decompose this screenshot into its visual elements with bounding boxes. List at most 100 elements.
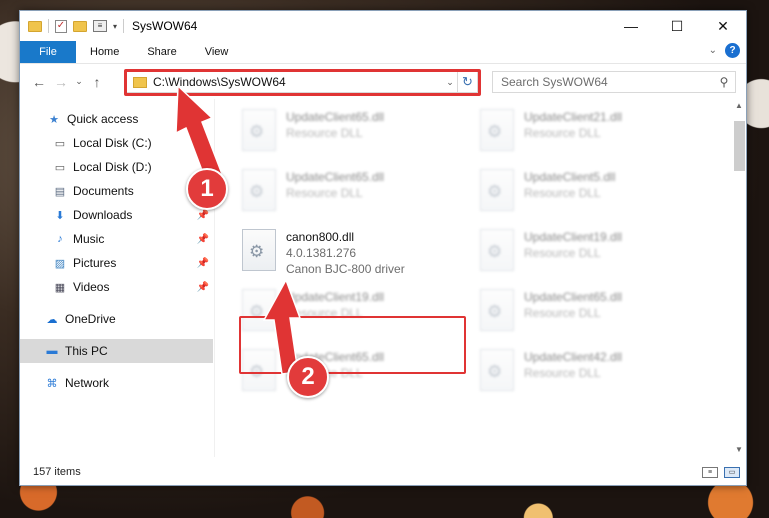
tab-home[interactable]: Home <box>76 41 133 63</box>
sidebar-item-documents[interactable]: ▤ Documents 📌 <box>20 179 213 203</box>
help-icon[interactable]: ? <box>725 43 740 58</box>
new-folder-icon[interactable] <box>73 20 87 32</box>
recent-locations-chevron-icon[interactable]: ⌄ <box>72 76 86 87</box>
file-name: UpdateClient19.dll <box>286 290 385 304</box>
minimize-button[interactable]: — <box>608 11 654 41</box>
pin-icon[interactable]: 📌 <box>197 234 209 245</box>
customize-toolbar-chevron-icon[interactable]: ▾ <box>113 22 117 31</box>
search-input[interactable] <box>501 75 713 89</box>
sidebar-item-label: Downloads <box>73 208 133 222</box>
sidebar-item-label: Local Disk (D:) <box>73 160 152 174</box>
dll-file-icon <box>480 349 514 391</box>
file-name: UpdateClient19.dll <box>524 230 623 244</box>
forward-arrow-icon[interactable]: → <box>50 74 72 90</box>
expand-ribbon-chevron-icon[interactable]: ⌄ <box>709 45 717 56</box>
sidebar-item-downloads[interactable]: ⬇ Downloads 📌 <box>20 203 213 227</box>
details-view-icon[interactable]: ≡ <box>702 466 718 478</box>
videos-icon: ▦ <box>54 281 66 294</box>
sidebar-item-label: Music <box>73 232 105 246</box>
drive-icon: ▭ <box>54 161 66 174</box>
documents-icon: ▤ <box>54 185 66 198</box>
sidebar-item-onedrive[interactable]: ☁ OneDrive <box>20 307 213 331</box>
file-item[interactable]: UpdateClient65.dll Resource DLL <box>242 169 470 225</box>
tab-share[interactable]: Share <box>133 41 190 63</box>
star-icon: ★ <box>49 113 59 126</box>
ribbon-tabs: File Home Share View ⌄ ? <box>20 41 746 63</box>
file-item-canon800[interactable]: canon800.dll 4.0.1381.276 Canon BJC-800 dr… <box>242 229 470 285</box>
properties-check-icon[interactable]: ✓ <box>55 19 67 33</box>
dll-file-icon <box>242 109 276 151</box>
pin-icon[interactable]: 📌 <box>197 258 209 269</box>
pictures-icon: ▨ <box>54 257 66 270</box>
network-icon: ⌘ <box>46 377 58 390</box>
sidebar-item-this-pc[interactable]: ▬ This PC <box>20 339 213 363</box>
view-toggle: ≡ ▭ <box>702 466 740 478</box>
pin-icon[interactable]: 📌 <box>197 138 209 149</box>
file-item[interactable]: UpdateClient65.dll Resource DLL <box>480 289 708 345</box>
file-explorer-window: ✓ ≡ ▾ SysWOW64 — ☐ ✕ File Home Share Vie… <box>19 10 747 486</box>
item-count: 157 items <box>33 466 81 478</box>
scroll-down-icon[interactable]: ▼ <box>732 443 746 457</box>
dll-file-icon <box>242 229 276 271</box>
sidebar-item-music[interactable]: ♪ Music 📌 <box>20 227 213 251</box>
sidebar-item-local-disk-d[interactable]: ▭ Local Disk (D:) <box>20 155 213 179</box>
sidebar-item-local-disk-c[interactable]: ▭ Local Disk (C:) 📌 <box>20 131 213 155</box>
navigation-pane: ★ Quick access ▭ Local Disk (C:) 📌 ▭ Loc… <box>20 99 215 457</box>
file-name: UpdateClient5.dll <box>524 170 616 184</box>
tab-file[interactable]: File <box>20 41 76 63</box>
file-description: Resource DLL <box>286 186 363 200</box>
file-item[interactable]: UpdateClient21.dll Resource DLL <box>480 109 708 165</box>
sidebar-item-label: OneDrive <box>65 312 116 326</box>
music-icon: ♪ <box>57 233 63 245</box>
vertical-scrollbar[interactable]: ▲ ▼ <box>732 99 746 457</box>
maximize-button[interactable]: ☐ <box>654 11 700 41</box>
file-name: UpdateClient65.dll <box>524 290 623 304</box>
content-area: ★ Quick access ▭ Local Disk (C:) 📌 ▭ Loc… <box>20 99 746 457</box>
folder-icon <box>28 20 42 32</box>
dll-file-icon <box>480 289 514 331</box>
close-button[interactable]: ✕ <box>700 11 746 41</box>
file-description: Resource DLL <box>524 246 601 260</box>
file-item[interactable]: UpdateClient65.dll Resource DLL <box>242 109 470 165</box>
sidebar-item-label: Documents <box>73 184 134 198</box>
sidebar-item-label: Pictures <box>73 256 117 270</box>
window-title: SysWOW64 <box>132 19 198 33</box>
sidebar-item-videos[interactable]: ▦ Videos 📌 <box>20 275 213 299</box>
address-bar-highlight <box>124 69 481 96</box>
sidebar-item-label: Local Disk (C:) <box>73 136 152 150</box>
file-item[interactable]: UpdateClient5.dll Resource DLL <box>480 169 708 225</box>
file-name: canon800.dll <box>286 230 355 244</box>
sidebar-item-pictures[interactable]: ▨ Pictures 📌 <box>20 251 213 275</box>
sidebar-item-network[interactable]: ⌘ Network <box>20 371 213 395</box>
up-arrow-icon[interactable]: ↑ <box>86 74 108 90</box>
drive-icon: ▭ <box>54 137 66 150</box>
dll-file-icon <box>480 109 514 151</box>
file-description: Resource DLL <box>524 126 601 140</box>
cloud-icon: ☁ <box>46 313 58 326</box>
dll-file-icon <box>480 169 514 211</box>
sidebar-item-quick-access[interactable]: ★ Quick access <box>20 107 213 131</box>
dll-file-icon <box>480 229 514 271</box>
address-row: ← → ⌄ ↑ C:\Windows\SysWOW64 ⌄ ↻ ⚲ <box>20 63 746 99</box>
search-icon[interactable]: ⚲ <box>713 75 735 89</box>
tab-view[interactable]: View <box>191 41 243 63</box>
pin-icon[interactable]: 📌 <box>197 282 209 293</box>
sidebar-item-label: This PC <box>65 344 108 358</box>
scrollbar-thumb[interactable] <box>734 121 745 171</box>
search-box[interactable]: ⚲ <box>492 71 736 93</box>
file-list: UpdateClient65.dll Resource DLL UpdateCli… <box>216 99 732 457</box>
sidebar-item-label: Quick access <box>67 112 139 126</box>
pin-icon[interactable]: 📌 <box>197 210 209 221</box>
file-name: UpdateClient21.dll <box>524 110 623 124</box>
file-name: UpdateClient65.dll <box>286 110 385 124</box>
file-description: Resource DLL <box>524 306 601 320</box>
back-arrow-icon[interactable]: ← <box>28 74 50 90</box>
file-item[interactable]: UpdateClient19.dll Resource DLL <box>480 229 708 285</box>
file-description: Resource DLL <box>524 186 601 200</box>
scroll-up-icon[interactable]: ▲ <box>732 99 746 113</box>
window-controls: — ☐ ✕ <box>608 11 746 41</box>
view-options-icon[interactable]: ≡ <box>93 20 107 32</box>
file-item[interactable]: UpdateClient42.dll Resource DLL <box>480 349 708 405</box>
large-icons-view-icon[interactable]: ▭ <box>724 466 740 478</box>
toolbar-divider <box>123 19 125 33</box>
